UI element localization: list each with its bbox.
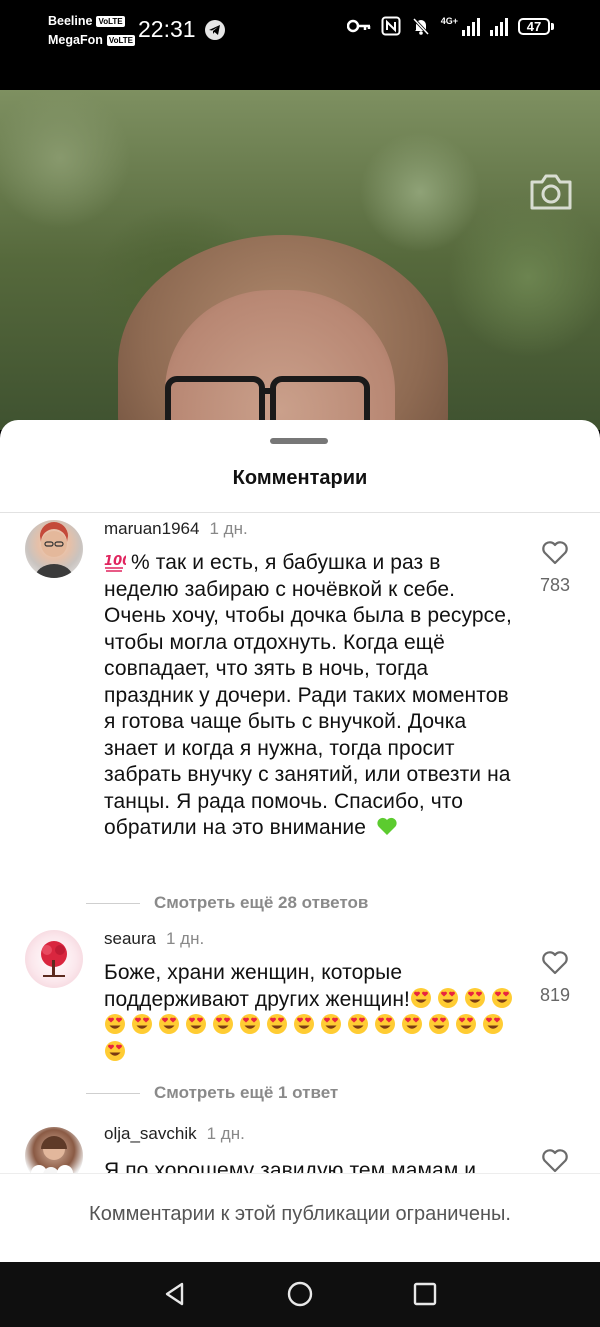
heart-eyes-emoji [159,1014,179,1034]
telegram-icon [205,20,225,40]
photo-glasses-bridge [259,388,276,394]
heart-eyes-emoji [321,1014,341,1034]
heart-eyes-emoji [105,1040,125,1061]
heart-outline-icon[interactable] [541,1148,569,1173]
sheet-drag-handle[interactable] [270,438,328,444]
avatar[interactable] [25,930,83,988]
comments-sheet: Комментарии maruan1964 1 дн. 100% так и е… [0,420,600,1262]
key-icon [346,19,370,33]
carrier-info: Beeline VoLTE MegaFon VoLTE [48,12,136,50]
username-text[interactable]: seaura [104,929,156,948]
restricted-message: Комментарии к этой публикации ограничены… [89,1203,511,1225]
carrier-2-label: MegaFon [48,33,103,47]
recents-icon[interactable] [410,1279,440,1309]
comments-restricted-bar: Комментарии к этой публикации ограничены… [0,1173,600,1262]
comment-username[interactable]: seaura 1 дн. [104,929,204,949]
username-text[interactable]: maruan1964 [104,519,199,538]
heart-eyes-emoji [429,1014,449,1034]
battery-level: 47 [518,17,550,35]
comment-body: Я по хорошему завидую тем мамам и [104,1159,477,1173]
heart-eyes-emoji [456,1014,476,1034]
heart-eyes-emoji [186,1014,206,1034]
camera-icon[interactable] [528,173,574,211]
hundred-points-emoji: 100 [104,554,126,572]
signal-icon [490,16,508,36]
avatar[interactable] [25,520,83,578]
username-text[interactable]: olja_savchik [104,1124,197,1143]
like-button[interactable]: 783 [535,540,575,596]
back-icon[interactable] [160,1279,190,1309]
comment-username[interactable]: olja_savchik 1 дн. [104,1124,245,1144]
heart-eyes-emoji [132,1014,152,1034]
heart-eyes-emoji [294,1014,314,1034]
replies-line [86,1092,140,1094]
status-bar: Beeline VoLTE MegaFon VoLTE 22:31 4G+ 47 [0,0,600,90]
svg-text:100: 100 [104,554,126,569]
heart-eyes-emoji [410,987,431,1008]
comment-text: 100% так и есть, я бабушка и раз в недел… [104,550,519,842]
comment-time: 1 дн. [165,929,205,948]
battery-icon: 47 [518,17,554,35]
network-signal-1: 4G+ [441,16,480,36]
heart-eyes-emoji [402,1014,422,1034]
like-count: 819 [539,985,571,1005]
view-replies-link[interactable]: Смотреть ещё 1 ответ [86,1083,338,1103]
heart-eyes-emoji [464,987,485,1008]
like-button[interactable]: 819 [535,950,575,1006]
status-icons: 4G+ 47 [346,16,554,36]
carrier-1-label: Beeline [48,14,93,28]
like-count: 783 [539,575,571,595]
replies-line [86,902,140,904]
heart-eyes-emoji [483,1014,503,1034]
heart-outline-icon[interactable] [541,950,569,976]
heart-eyes-emoji [375,1014,395,1034]
comment-username[interactable]: maruan1964 1 дн. [104,519,248,539]
sheet-title: Комментарии [232,467,368,489]
system-nav-bar [0,1262,600,1327]
volte-badge: VoLTE [106,35,136,46]
bell-muted-icon [412,17,429,36]
view-replies-text[interactable]: Смотреть ещё 28 ответов [154,893,368,913]
heart-eyes-emoji [491,987,512,1008]
comments-list[interactable]: maruan1964 1 дн. 100% так и есть, я бабуш… [0,513,600,1173]
nfc-icon [381,16,401,36]
view-replies-text[interactable]: Смотреть ещё 1 ответ [154,1083,338,1103]
comment-text: Я по хорошему завидую тем мамам и [104,1158,519,1173]
comment-time: 1 дн. [206,1124,245,1143]
comment-time: 1 дн. [209,519,248,538]
view-replies-link[interactable]: Смотреть ещё 28 ответов [86,893,368,913]
green-heart-emoji [377,817,397,835]
comment-text: Боже, храни женщин, которые поддерживают… [104,960,519,1066]
heart-eyes-emoji [437,987,458,1008]
comment-body: % так и есть, я бабушка и раз в неделю з… [104,551,512,839]
home-icon[interactable] [285,1279,315,1309]
network-type-label: 4G+ [440,16,458,26]
heart-eyes-emoji [105,1014,125,1034]
like-button[interactable] [535,1148,575,1173]
heart-eyes-emoji [348,1014,368,1034]
avatar[interactable] [25,1127,83,1173]
post-photo [0,90,600,430]
comment-body: Боже, храни женщин, которые поддерживают… [104,961,410,1011]
heart-eyes-emoji [267,1014,287,1034]
status-clock: 22:31 [138,16,196,42]
heart-eyes-emoji [240,1014,260,1034]
heart-outline-icon[interactable] [541,540,569,566]
heart-eyes-emoji [213,1014,233,1034]
volte-badge: VoLTE [96,16,125,27]
